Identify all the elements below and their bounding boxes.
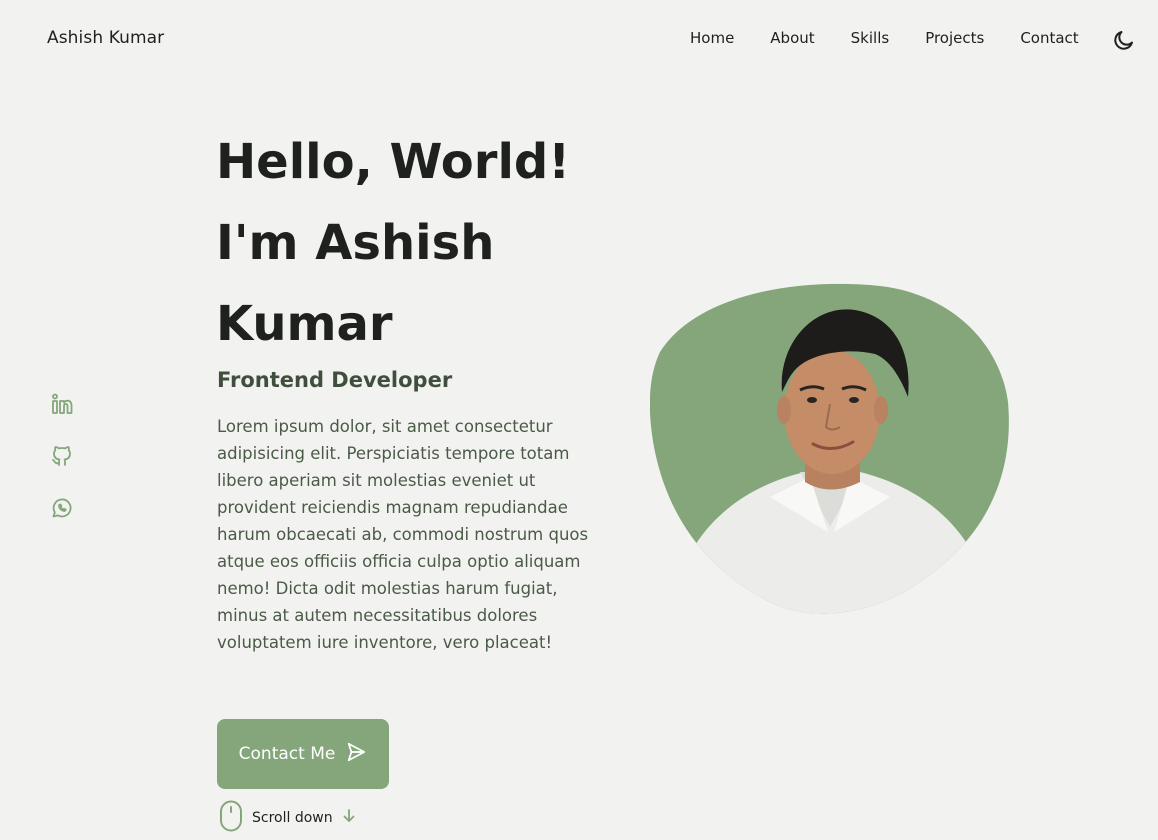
send-icon [345,741,367,768]
nav-link-home[interactable]: Home [690,29,734,47]
social-links [50,392,74,520]
mouse-icon [218,800,244,836]
logo[interactable]: Ashish Kumar [47,28,164,48]
hero-subtitle: Frontend Developer [217,368,453,392]
scroll-down-link[interactable]: Scroll down [218,800,357,836]
hero-title-line1: Hello, World! [216,134,571,190]
nav-link-projects[interactable]: Projects [925,29,984,47]
whatsapp-icon[interactable] [50,496,74,520]
navbar: Ashish Kumar Home About Skills Projects … [0,0,1158,80]
hero-description: Lorem ipsum dolor, sit amet consectetur … [217,417,589,652]
nav-link-contact[interactable]: Contact [1020,29,1078,47]
github-icon[interactable] [50,444,74,468]
nav-link-about[interactable]: About [770,29,814,47]
contact-button-label: Contact Me [238,744,336,764]
profile-image [650,282,1010,618]
nav-links: Home About Skills Projects Contact [690,29,1079,47]
hero-title-line2: I'm Ashish [216,215,495,271]
hero-title-line3: Kumar [216,296,393,352]
contact-me-button[interactable]: Contact Me [217,719,389,789]
moon-icon[interactable] [1112,28,1136,52]
linkedin-icon[interactable] [50,392,74,416]
arrow-down-icon [341,808,357,828]
nav-link-skills[interactable]: Skills [851,29,890,47]
hero-title: Hello, World! I'm Ashish Kumar [216,122,636,365]
scroll-down-label: Scroll down [252,810,333,826]
